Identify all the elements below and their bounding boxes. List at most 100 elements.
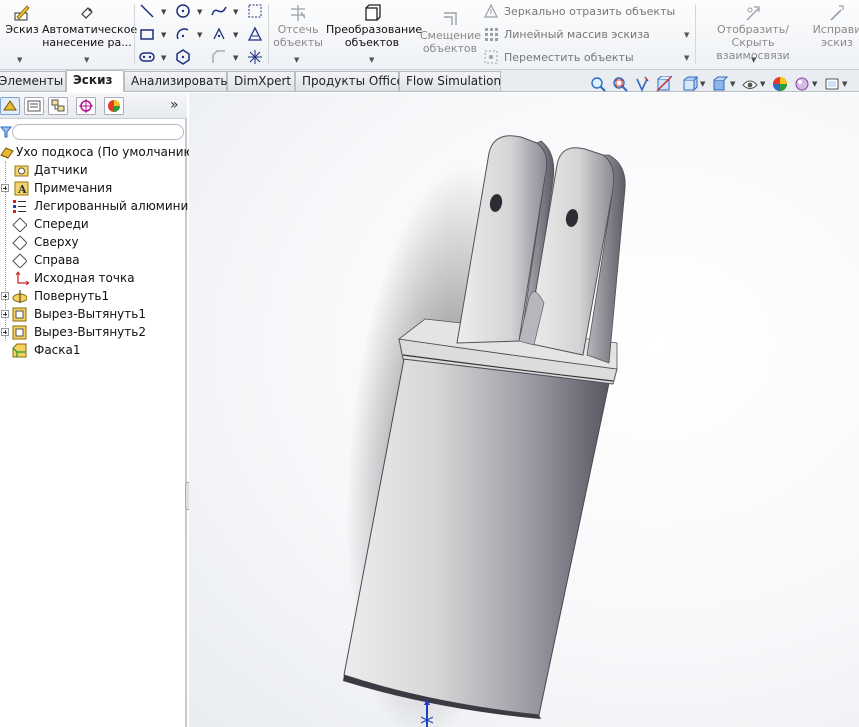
dimxpert-manager-tab[interactable] <box>76 97 96 115</box>
display-manager-tab[interactable] <box>104 97 124 115</box>
filter-icon[interactable] <box>0 126 12 138</box>
relations-dropdown-arrow[interactable]: ▼ <box>751 56 756 64</box>
expand-toggle[interactable] <box>1 328 9 336</box>
tree-item-top-plane[interactable]: Сверху <box>0 233 187 251</box>
zoom-to-area-icon[interactable] <box>612 76 628 92</box>
property-manager-tab[interactable] <box>24 97 44 115</box>
hide-show-items-icon[interactable] <box>742 76 758 92</box>
line-icon[interactable] <box>139 3 155 19</box>
svg-text:A: A <box>17 183 27 196</box>
repair-sketch-button[interactable]: Исправи эскиз <box>812 4 859 49</box>
move-entities-button[interactable]: Переместить объекты <box>484 50 634 64</box>
filter-input[interactable] <box>12 124 184 140</box>
trim-label-2: объекты <box>273 36 323 49</box>
rectangle-dropdown-arrow[interactable]: ▼ <box>161 31 166 39</box>
pattern-dropdown-arrow[interactable]: ▼ <box>684 31 689 39</box>
ribbon-separator <box>695 4 696 64</box>
point-dropdown-arrow[interactable]: ▼ <box>233 31 238 39</box>
tab-evaluate[interactable]: Анализировать <box>124 71 228 91</box>
display-style-dropdown-arrow[interactable]: ▼ <box>730 80 735 88</box>
sketch-dropdown-arrow[interactable]: ▼ <box>17 56 22 64</box>
sketch-chamfer-icon[interactable] <box>211 49 227 65</box>
zoom-to-fit-icon[interactable] <box>590 76 606 92</box>
apply-scene-icon[interactable] <box>794 76 810 92</box>
hide-show-dropdown-arrow[interactable]: ▼ <box>760 80 765 88</box>
edit-appearance-icon[interactable] <box>772 76 788 92</box>
slot-icon[interactable] <box>139 49 155 65</box>
tab-sketch[interactable]: Эскиз <box>66 70 124 92</box>
plane-icon <box>12 253 27 268</box>
tree-item-cut-extrude1[interactable]: Вырез-Вытянуть1 <box>0 305 187 323</box>
circle-icon[interactable] <box>175 3 191 19</box>
tree-item-revolve1[interactable]: Повернуть1 <box>0 287 187 305</box>
convert-dropdown-arrow[interactable]: ▼ <box>369 56 374 64</box>
tree-item-annotations[interactable]: A Примечания <box>0 179 187 197</box>
arc-icon[interactable] <box>175 26 191 42</box>
smart-dimension-label-2: нанесение ра... <box>42 36 132 49</box>
tree-item-material[interactable]: Легированный алюминий ( <box>0 197 205 215</box>
move-dropdown-arrow[interactable]: ▼ <box>684 54 689 62</box>
tree-filter <box>0 123 185 141</box>
mirror-entities-button[interactable]: Зеркально отразить объекты <box>484 4 675 18</box>
plane-sketch-icon[interactable] <box>247 49 263 65</box>
tab-flow-simulation[interactable]: Flow Simulation <box>399 71 501 91</box>
smart-dimension-dropdown-arrow[interactable]: ▼ <box>84 56 89 64</box>
linear-pattern-button[interactable]: Линейный массив эскиза <box>484 27 650 41</box>
expand-toggle[interactable] <box>1 310 9 318</box>
mirror-icon <box>484 4 498 18</box>
text-icon[interactable] <box>247 26 263 42</box>
section-view-icon[interactable] <box>656 76 672 92</box>
view-settings-dropdown-arrow[interactable]: ▼ <box>842 80 847 88</box>
tree-item-part-root[interactable]: Ухо подкоса (По умолчанию< <box>0 143 204 161</box>
panel-collapse-button[interactable]: » <box>170 97 179 113</box>
tab-office-products[interactable]: Продукты Office <box>295 71 404 91</box>
tab-dimxpert[interactable]: DimXpert <box>227 71 295 91</box>
offset-entities-button[interactable]: Смещение объектов <box>420 10 481 55</box>
line-dropdown-arrow[interactable]: ▼ <box>161 8 166 16</box>
rectangle-icon[interactable] <box>139 26 155 42</box>
view-settings-icon[interactable] <box>824 76 840 92</box>
circle-dropdown-arrow[interactable]: ▼ <box>197 8 202 16</box>
tree-item-right-plane[interactable]: Справа <box>0 251 187 269</box>
tree-item-front-plane[interactable]: Спереди <box>0 215 187 233</box>
convert-entities-label-2: объектов <box>344 36 400 49</box>
graphics-viewport[interactable] <box>189 93 859 727</box>
tab-features[interactable]: Элементы <box>0 71 66 91</box>
smart-dimension-icon <box>81 7 93 19</box>
display-manager-icon <box>108 100 120 112</box>
display-relations-button[interactable]: Отобразить/Скрыть взаимосвязи <box>698 4 808 62</box>
tree-item-origin[interactable]: Исходная точка <box>0 269 187 287</box>
expand-toggle[interactable] <box>1 292 9 300</box>
tree-item-label: Справа <box>34 253 80 267</box>
tree-item-label: Легированный алюминий ( <box>34 199 205 213</box>
view-orientation-dropdown-arrow[interactable]: ▼ <box>700 80 705 88</box>
move-entities-label: Переместить объекты <box>504 51 634 64</box>
sketch-button[interactable]: Эскиз <box>4 4 40 36</box>
spline-icon[interactable] <box>211 3 227 19</box>
expand-toggle[interactable] <box>1 184 9 192</box>
slot-dropdown-arrow[interactable]: ▼ <box>161 54 166 62</box>
polygon-icon[interactable] <box>175 49 191 65</box>
arc-dropdown-arrow[interactable]: ▼ <box>197 31 202 39</box>
smart-dimension-button[interactable]: Автоматическое нанесение ра... <box>42 4 137 49</box>
feature-manager-tab[interactable] <box>0 97 20 115</box>
mirror-label: Зеркально отразить объекты <box>504 5 676 18</box>
linear-pattern-label: Линейный массив эскиза <box>504 28 650 41</box>
trim-entities-button[interactable]: Отсечь объекты <box>272 4 324 49</box>
trim-dropdown-arrow[interactable]: ▼ <box>294 56 299 64</box>
display-style-icon[interactable] <box>712 76 728 92</box>
annotations-icon: A <box>14 181 29 196</box>
previous-view-icon[interactable] <box>634 76 650 92</box>
point-icon[interactable] <box>211 26 227 42</box>
configuration-manager-tab[interactable] <box>48 97 68 115</box>
sketch-fillet-icon[interactable] <box>247 3 263 19</box>
view-orientation-icon[interactable] <box>682 76 698 92</box>
spline-dropdown-arrow[interactable]: ▼ <box>233 8 238 16</box>
sketch-label: Эскиз <box>5 23 39 36</box>
apply-scene-dropdown-arrow[interactable]: ▼ <box>812 80 817 88</box>
tree-item-cut-extrude2[interactable]: Вырез-Вытянуть2 <box>0 323 187 341</box>
sketch-chamfer-dropdown-arrow[interactable]: ▼ <box>233 54 238 62</box>
convert-entities-button[interactable]: Преобразование объектов <box>326 4 422 49</box>
tree-item-sensors[interactable]: Датчики <box>0 161 187 179</box>
tree-item-chamfer1[interactable]: Фаска1 <box>0 341 187 359</box>
